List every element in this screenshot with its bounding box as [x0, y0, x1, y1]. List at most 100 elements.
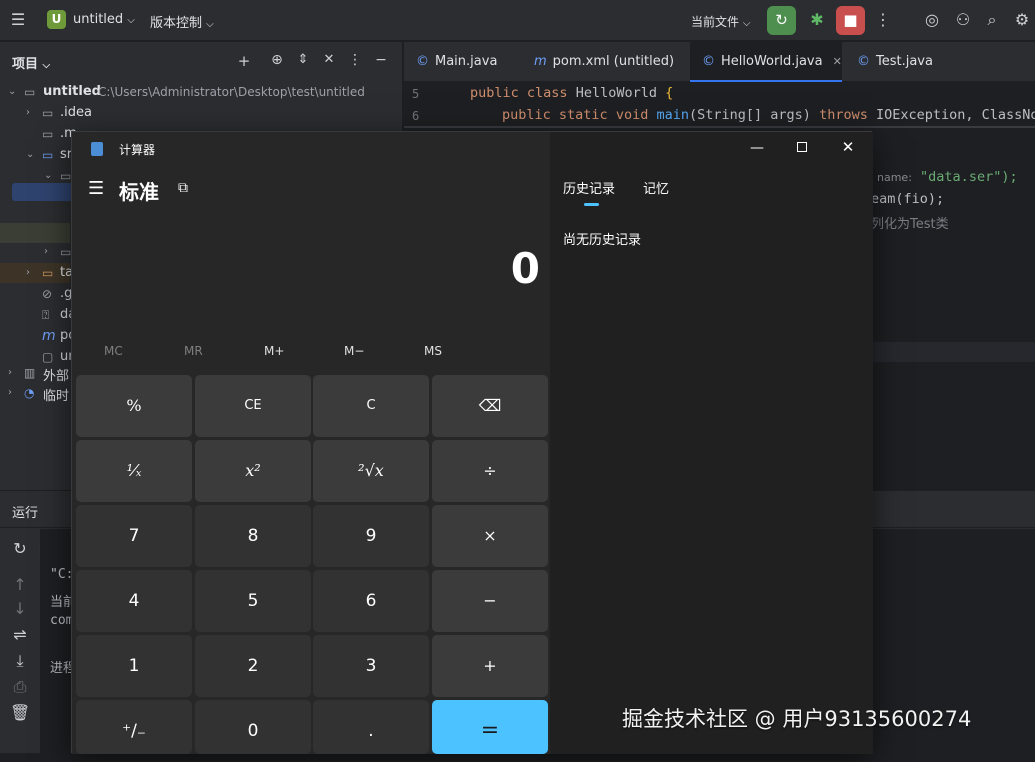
folder-icon: ▭ — [42, 148, 54, 162]
digit-1-button[interactable]: 1 — [76, 635, 192, 697]
memory-recall-button[interactable]: MR — [184, 344, 203, 358]
arrow-down-icon[interactable]: ↓ — [10, 599, 30, 618]
close-tab-icon[interactable]: ✕ — [833, 55, 842, 68]
digit-4-button[interactable]: 4 — [76, 570, 192, 632]
chevron-down-icon: ⌵ — [206, 19, 214, 30]
console-line: "C: — [50, 567, 74, 582]
file-icon: ▢ — [42, 350, 54, 364]
code-class-name: HelloWorld — [575, 85, 657, 101]
hamburger-menu-icon[interactable]: ☰ — [8, 10, 28, 29]
code-comment: 列化为Test类 — [871, 217, 949, 232]
memory-tab[interactable]: 记忆 — [643, 178, 669, 197]
memory-add-button[interactable]: M+ — [264, 344, 284, 358]
code-line-6[interactable]: public static void main(String[] args) t… — [502, 107, 1035, 123]
tree-root[interactable]: ⌄ ▭ untitled C:\Users\Administrator\Desk… — [0, 82, 403, 103]
navigation-menu-icon[interactable]: ☰ — [88, 178, 104, 199]
scratch-icon: ◔ — [24, 386, 35, 400]
project-panel-title[interactable]: 项目 ⌵ — [12, 53, 50, 74]
tab-helloworld-java[interactable]: © HelloWorld.java ✕ — [690, 42, 842, 82]
tab-main-java[interactable]: © Main.java — [416, 42, 497, 82]
folder-icon: ▭ — [60, 169, 72, 183]
soft-wrap-icon[interactable]: ⇌ — [10, 625, 30, 644]
digit-0-button[interactable]: 0 — [195, 700, 311, 754]
tab-test-java[interactable]: © Test.java — [857, 42, 933, 82]
print-icon[interactable]: ⎙ — [10, 677, 30, 697]
run-tab[interactable]: 运行 — [12, 502, 38, 521]
collapse-all-icon[interactable]: ✕ — [320, 52, 338, 67]
project-name-dropdown[interactable]: untitled ⌵ — [73, 12, 135, 27]
tab-pom-xml[interactable]: m pom.xml (untitled) — [534, 42, 674, 82]
percent-button[interactable]: % — [76, 375, 192, 437]
ai-assistant-icon[interactable]: ◎ — [921, 10, 943, 29]
code-line-5[interactable]: public class HelloWorld { — [470, 85, 673, 101]
code-keyword: public — [502, 107, 551, 123]
folder-icon: ▭ — [42, 266, 54, 280]
history-tab-indicator — [584, 203, 599, 206]
run-config-dropdown[interactable]: 当前文件 ⌵ — [691, 13, 750, 30]
subtract-button[interactable]: − — [432, 570, 548, 632]
digit-9-button[interactable]: 9 — [313, 505, 429, 567]
watermark: 掘金技术社区 @ 用户93135600274 — [622, 707, 972, 731]
rerun-button[interactable]: ↻ — [767, 6, 796, 35]
tree-item-label: .idea — [60, 105, 92, 120]
trash-icon[interactable]: 🗑 — [10, 703, 30, 722]
memory-clear-button[interactable]: MC — [104, 344, 123, 358]
divide-button[interactable]: ÷ — [432, 440, 548, 502]
close-window-icon[interactable]: ✕ — [838, 138, 858, 156]
digit-8-button[interactable]: 8 — [195, 505, 311, 567]
backspace-button[interactable]: ⌫ — [432, 375, 548, 437]
locate-icon[interactable]: ⊕ — [268, 52, 286, 68]
calculator-mode-title: 标准 — [119, 180, 159, 204]
memory-store-button[interactable]: MS — [424, 344, 442, 358]
vcs-dropdown[interactable]: 版本控制 ⌵ — [150, 12, 214, 31]
tree-root-path: C:\Users\Administrator\Desktop\test\unti… — [98, 85, 365, 99]
rerun-icon[interactable]: ↻ — [10, 539, 30, 558]
digit-6-button[interactable]: 6 — [313, 570, 429, 632]
highlighted-tree-row[interactable] — [0, 223, 70, 243]
code-keyword: public — [470, 85, 519, 101]
ignore-icon: ⊘ — [42, 287, 53, 301]
memory-subtract-button[interactable]: M− — [344, 344, 364, 358]
code-line-partial-2[interactable]: eam(fio); — [871, 191, 944, 207]
digit-3-button[interactable]: 3 — [313, 635, 429, 697]
stop-icon: ■ — [843, 11, 858, 29]
square-button[interactable]: x² — [195, 440, 311, 502]
expand-all-icon[interactable]: ⇕ — [294, 52, 312, 67]
multiply-button[interactable]: × — [432, 505, 548, 567]
clear-entry-button[interactable]: CE — [195, 375, 311, 437]
maximize-window-button[interactable] — [792, 140, 812, 154]
search-icon[interactable]: ⌕ — [981, 10, 1003, 30]
minimize-window-icon[interactable]: — — [746, 140, 768, 156]
digit-2-button[interactable]: 2 — [195, 635, 311, 697]
hide-panel-icon[interactable]: − — [372, 52, 390, 68]
options-icon[interactable]: ⋮ — [346, 52, 364, 68]
unknown-file-icon: ⍰ — [42, 308, 50, 322]
clear-button[interactable]: C — [313, 375, 429, 437]
add-user-icon[interactable]: ⚇ — [952, 10, 974, 29]
console-line: com — [50, 613, 74, 628]
code-line-partial-1[interactable]: name: "data.ser"); — [877, 169, 1018, 185]
decimal-button[interactable]: . — [313, 700, 429, 754]
tree-item-idea[interactable]: › ▭ .idea — [0, 103, 403, 124]
square-root-button[interactable]: ²√x — [313, 440, 429, 502]
negate-button[interactable]: ⁺∕₋ — [76, 700, 192, 754]
scroll-to-end-icon[interactable]: ⤓ — [10, 651, 30, 671]
digit-7-button[interactable]: 7 — [76, 505, 192, 567]
backspace-icon: ⌫ — [478, 396, 502, 415]
stop-button[interactable]: ■ — [836, 6, 865, 35]
maven-icon: m — [42, 328, 56, 344]
reciprocal-button[interactable]: ¹⁄ₓ — [76, 440, 192, 502]
history-tab[interactable]: 历史记录 — [563, 178, 615, 197]
arrow-up-icon[interactable]: ↑ — [10, 575, 30, 594]
more-options-icon[interactable]: ⋮ — [875, 10, 891, 29]
project-badge[interactable]: U — [47, 10, 66, 29]
keep-on-top-icon[interactable]: ⧉ — [178, 180, 188, 196]
debug-icon[interactable]: ✱ — [806, 10, 828, 29]
equals-button[interactable]: = — [432, 700, 548, 754]
tree-item-label: 临时 — [43, 389, 70, 404]
add-button[interactable]: + — [432, 635, 548, 697]
code-keyword: void — [615, 107, 649, 123]
settings-gear-icon[interactable]: ⚙ — [1011, 10, 1033, 29]
add-icon[interactable]: + — [235, 52, 253, 70]
digit-5-button[interactable]: 5 — [195, 570, 311, 632]
